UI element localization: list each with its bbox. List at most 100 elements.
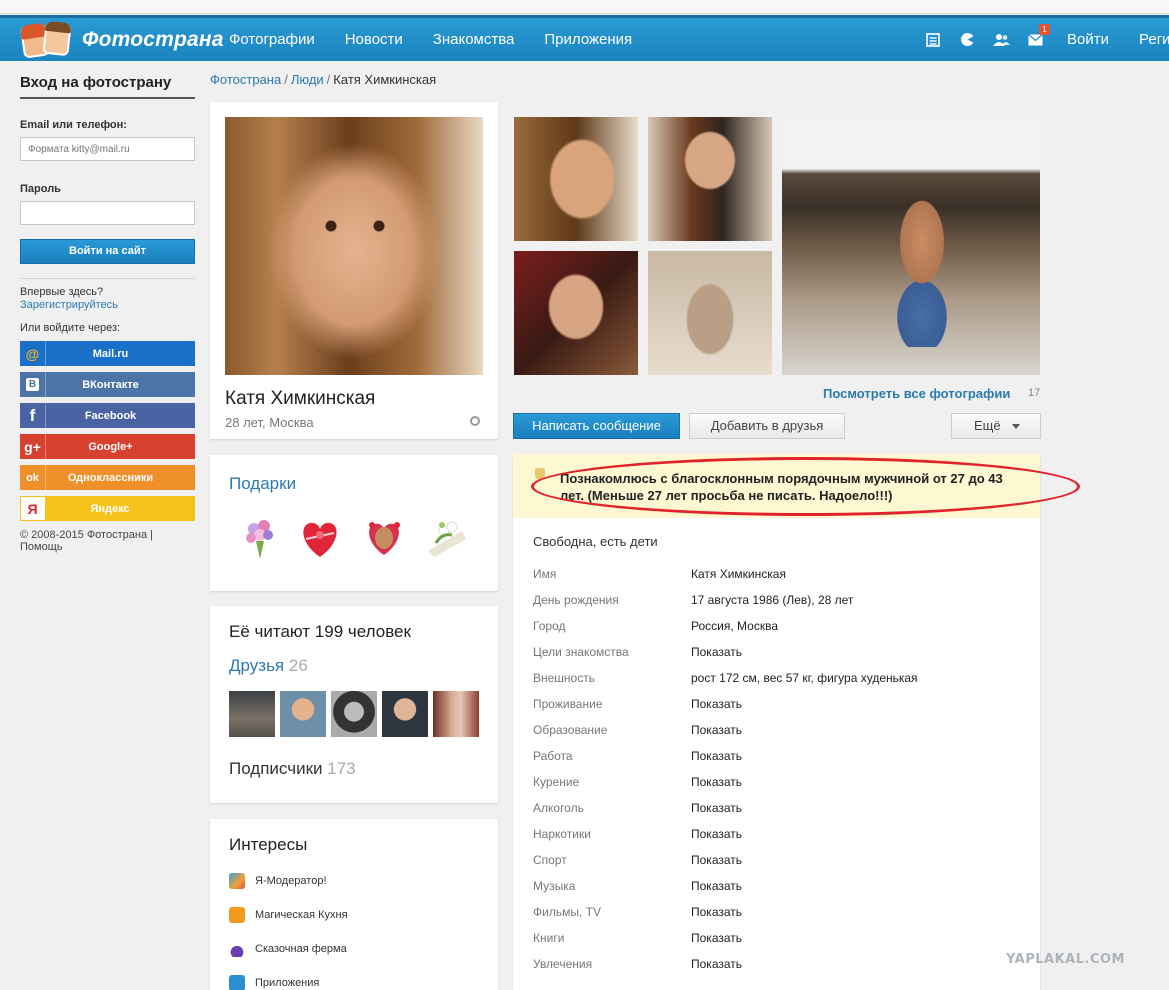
moderator-app-icon (229, 873, 245, 889)
password-label: Пароль (20, 183, 61, 195)
header-login-link[interactable]: Войти (1067, 18, 1109, 61)
friend-avatar[interactable] (331, 691, 377, 737)
show-link[interactable]: Показать (691, 723, 742, 737)
photo-thumbnail[interactable] (514, 251, 638, 375)
header-register-link[interactable]: Регистрация (1139, 18, 1169, 61)
friend-avatar[interactable] (382, 691, 428, 737)
email-field[interactable] (20, 137, 195, 161)
show-link[interactable]: Показать (691, 957, 742, 971)
show-link[interactable]: Показать (691, 775, 742, 789)
interest-item[interactable]: Сказочная ферма (229, 941, 347, 957)
register-link[interactable]: Зарегистрируйтесь (20, 299, 195, 312)
mail-icon[interactable]: 1 (1026, 23, 1050, 49)
facebook-icon: f (20, 403, 46, 428)
sidebar-divider (20, 278, 195, 279)
friend-avatar[interactable] (433, 691, 479, 737)
nav-dating[interactable]: Знакомства (433, 31, 515, 48)
show-link[interactable]: Показать (691, 853, 742, 867)
games-icon[interactable] (958, 31, 976, 49)
readers-title: Её читают 199 человек (229, 622, 411, 641)
photo-thumbnail[interactable] (648, 251, 772, 375)
show-link[interactable]: Показать (691, 697, 742, 711)
social-label: Google+ (88, 440, 133, 453)
login-button[interactable]: Войти на сайт (20, 239, 195, 264)
help-link[interactable]: Помощь (20, 541, 63, 553)
show-link[interactable]: Показать (691, 879, 742, 893)
friend-avatar[interactable] (229, 691, 275, 737)
show-link[interactable]: Показать (691, 749, 742, 763)
info-row: Музыка Показать (533, 879, 743, 893)
social-label: ВКонтакте (82, 378, 139, 391)
profile-name: Катя Химкинская (225, 388, 376, 409)
photo-thumbnail-large[interactable] (782, 117, 1040, 375)
social-label: Facebook (84, 409, 137, 422)
readers-card: Её читают 199 человек Друзья 26 Подписчи… (210, 606, 498, 803)
info-row: Курение Показать (533, 775, 743, 789)
breadcrumb-people[interactable]: Люди (291, 72, 324, 87)
nav-news[interactable]: Новости (345, 31, 403, 48)
mailru-icon: @ (20, 341, 46, 366)
show-link[interactable]: Показать (691, 931, 742, 945)
copyright: © 2008-2015 Фотострана (20, 529, 148, 541)
login-sidebar: Вход на фотострану Email или телефон: Па… (20, 74, 195, 553)
friends-link[interactable]: Друзья 26 (229, 656, 308, 676)
main-nav: Фотографии Новости Знакомства Приложения (229, 18, 662, 61)
status-quote-icon (535, 468, 545, 480)
info-row: Спорт Показать (533, 853, 743, 867)
photo-thumbnail[interactable] (514, 117, 638, 241)
add-friend-button[interactable]: Добавить в друзья (689, 413, 845, 439)
people-icon[interactable] (992, 31, 1010, 49)
subscribers-link[interactable]: Подписчики 173 (229, 759, 356, 779)
photo-thumbnail[interactable] (648, 117, 772, 241)
info-row: Книги Показать (533, 931, 743, 945)
interests-card: Интересы Я-Модератор! Магическая Кухня С… (210, 819, 498, 990)
password-field[interactable] (20, 201, 195, 225)
gift-photo-heart-icon[interactable] (360, 513, 408, 561)
mail-badge: 1 (1039, 23, 1050, 35)
vk-login-button[interactable]: B ВКонтакте (20, 372, 195, 397)
vk-icon: B (20, 372, 46, 397)
subscribers-count: 173 (327, 759, 356, 778)
gift-heart-icon[interactable] (296, 513, 344, 561)
profile-main-photo[interactable] (225, 117, 483, 375)
breadcrumb-home[interactable]: Фотострана (210, 72, 281, 87)
more-dropdown-button[interactable]: Ещё (951, 413, 1041, 439)
or-login-via: Или войдите через: (20, 322, 121, 334)
info-row: День рождения 17 августа 1986 (Лев), 28 л… (533, 593, 854, 607)
profile-card: Катя Химкинская 28 лет, Москва (210, 102, 498, 439)
status-box: Познакомлюсь с благосклонным порядочным … (513, 454, 1040, 518)
magic-kitchen-app-icon (229, 907, 245, 923)
info-row: Работа Показать (533, 749, 743, 763)
mailru-login-button[interactable]: @ Mail.ru (20, 341, 195, 366)
show-link[interactable]: Показать (691, 905, 742, 919)
yandex-login-button[interactable]: Я Яндекс (20, 496, 195, 521)
site-logo[interactable]: Фотострана (19, 20, 224, 60)
interest-item[interactable]: Я-Модератор! (229, 873, 327, 889)
google-login-button[interactable]: g+ Google+ (20, 434, 195, 459)
login-title: Вход на фотострану (20, 74, 195, 99)
interest-item[interactable]: Магическая Кухня (229, 907, 348, 923)
interest-item[interactable]: Приложения (229, 975, 319, 990)
show-link[interactable]: Показать (691, 801, 742, 815)
social-label: Одноклассники (67, 471, 154, 484)
email-label: Email или телефон: (20, 119, 127, 131)
fairy-farm-app-icon (229, 941, 245, 957)
gifts-card: Подарки (210, 455, 498, 591)
nav-apps[interactable]: Приложения (544, 31, 632, 48)
see-all-photos-link[interactable]: Посмотреть все фотографии (823, 386, 1010, 401)
odnoklassniki-icon: ok (20, 465, 46, 490)
social-label: Mail.ru (92, 347, 129, 360)
gift-bouquet-icon[interactable] (236, 513, 284, 561)
feed-icon[interactable] (924, 31, 942, 49)
info-card: Познакомлюсь с благосклонным порядочным … (513, 454, 1040, 990)
show-link[interactable]: Показать (691, 645, 742, 659)
show-link[interactable]: Показать (691, 827, 742, 841)
friend-avatar[interactable] (280, 691, 326, 737)
write-message-button[interactable]: Написать сообщение (513, 413, 680, 439)
gifts-title[interactable]: Подарки (229, 474, 296, 494)
facebook-login-button[interactable]: f Facebook (20, 403, 195, 428)
nav-photos[interactable]: Фотографии (229, 31, 315, 48)
gift-flowers-icon[interactable] (422, 513, 470, 561)
odnoklassniki-login-button[interactable]: ok Одноклассники (20, 465, 195, 490)
sidebar-footer: © 2008-2015 Фотострана | Помощь (20, 529, 153, 553)
